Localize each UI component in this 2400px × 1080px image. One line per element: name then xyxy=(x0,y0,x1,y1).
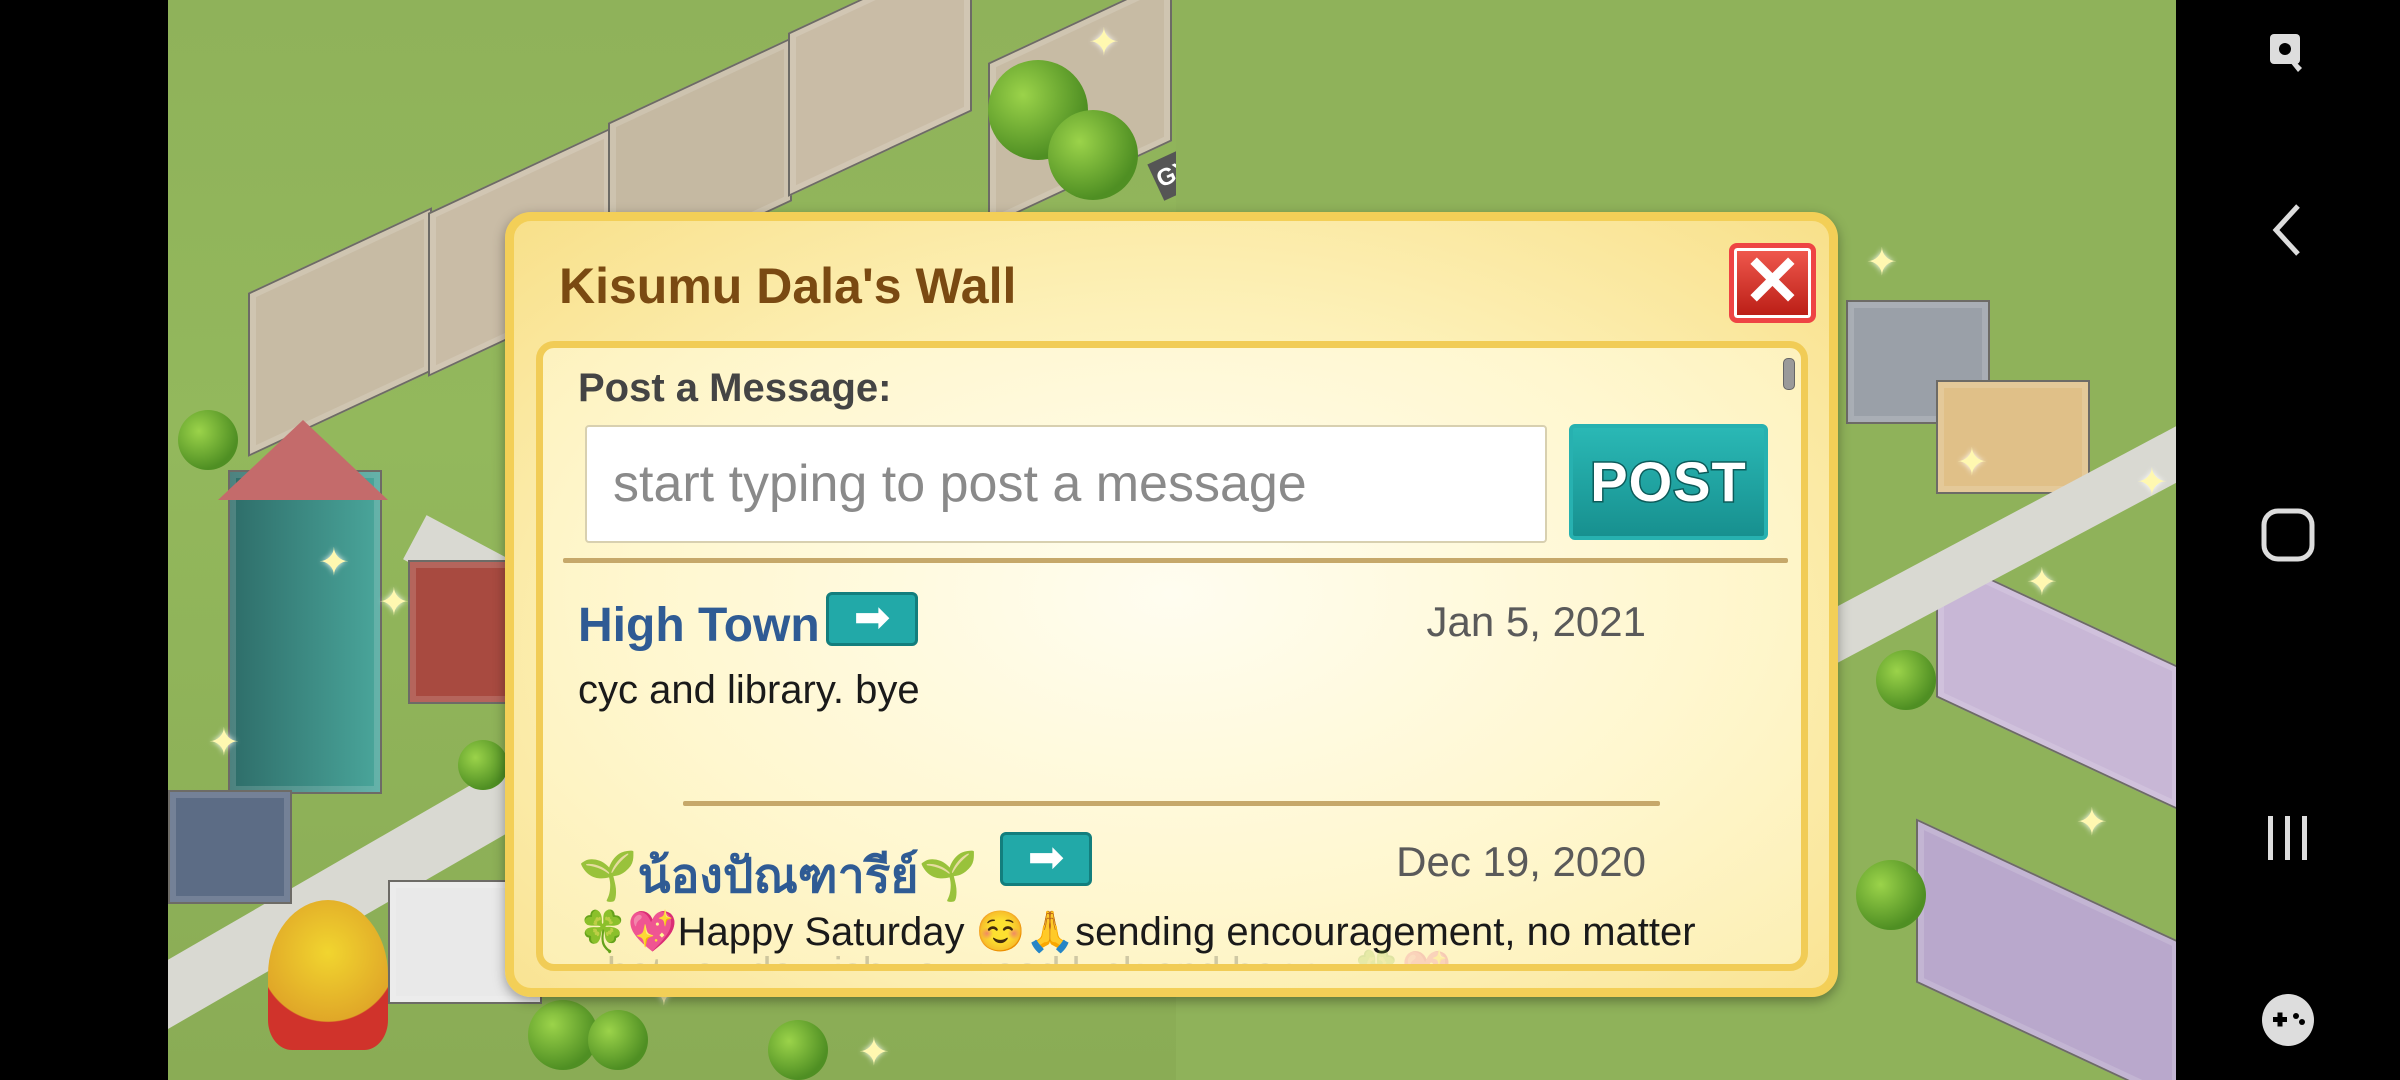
game-tools-icon[interactable] xyxy=(2176,990,2400,1055)
screen-capture-icon[interactable] xyxy=(2176,28,2400,85)
mascot-character[interactable] xyxy=(268,900,388,1050)
recents-icon[interactable] xyxy=(2176,808,2400,873)
sparkle-icon: ✦ xyxy=(858,1032,890,1074)
visit-city-button[interactable]: ➡ xyxy=(826,592,918,646)
close-button[interactable]: ✕ xyxy=(1729,243,1816,323)
tree xyxy=(1048,110,1138,200)
tree xyxy=(1876,650,1936,710)
post-message-label: Post a Message: xyxy=(578,366,892,410)
wall-dialog: Kisumu Dala's Wall ✕ Post a Message: POS… xyxy=(505,212,1838,997)
divider xyxy=(563,558,1788,563)
sparkle-icon: ✦ xyxy=(208,722,240,764)
tower-roof xyxy=(218,420,388,500)
police-station[interactable] xyxy=(168,790,292,904)
tree xyxy=(1856,860,1926,930)
arrow-right-icon: ➡ xyxy=(1027,833,1065,882)
wall-panel[interactable]: Post a Message: POST High Town ➡ Jan 5, … xyxy=(536,341,1808,971)
tree xyxy=(178,410,238,470)
home-icon[interactable] xyxy=(2176,505,2400,570)
back-icon[interactable] xyxy=(2176,200,2400,265)
post-date: Jan 5, 2021 xyxy=(1426,598,1646,645)
visit-city-button[interactable]: ➡ xyxy=(1000,832,1092,886)
arrow-right-icon: ➡ xyxy=(853,593,891,642)
message-input[interactable] xyxy=(585,425,1547,543)
tree xyxy=(458,740,508,790)
sparkle-icon: ✦ xyxy=(318,542,350,584)
close-x-icon: ✕ xyxy=(1743,242,1802,320)
sparkle-icon: ✦ xyxy=(1088,22,1120,64)
system-navigation-bar xyxy=(2176,0,2400,1080)
sparkle-icon: ✦ xyxy=(2026,562,2058,604)
glass-tower[interactable] xyxy=(228,470,382,794)
tree xyxy=(588,1010,648,1070)
post-body: cyc and library. bye xyxy=(578,668,920,712)
sparkle-icon: ✦ xyxy=(2076,802,2108,844)
post-button[interactable]: POST xyxy=(1569,424,1768,540)
post-author[interactable]: High Town xyxy=(578,598,820,653)
sparkle-icon: ✦ xyxy=(1956,442,1988,484)
scrollbar-thumb[interactable] xyxy=(1783,358,1795,390)
post-body-overflow: what you do wish you good luck and happy… xyxy=(578,948,1451,964)
wall-post: High Town ➡ Jan 5, 2021 cyc and library.… xyxy=(578,592,1758,718)
sparkle-icon: ✦ xyxy=(1866,242,1898,284)
dialog-title: Kisumu Dala's Wall xyxy=(559,258,1017,314)
sparkle-icon: ✦ xyxy=(2136,462,2168,504)
post-date: Dec 19, 2020 xyxy=(1396,838,1646,885)
apartment-building[interactable] xyxy=(788,0,972,197)
tree xyxy=(768,1020,828,1080)
post-author[interactable]: 🌱น้องปัณฑารีย์🌱 xyxy=(578,838,978,914)
divider xyxy=(683,801,1660,806)
row-houses[interactable] xyxy=(1916,818,2176,1080)
sparkle-icon: ✦ xyxy=(378,582,410,624)
